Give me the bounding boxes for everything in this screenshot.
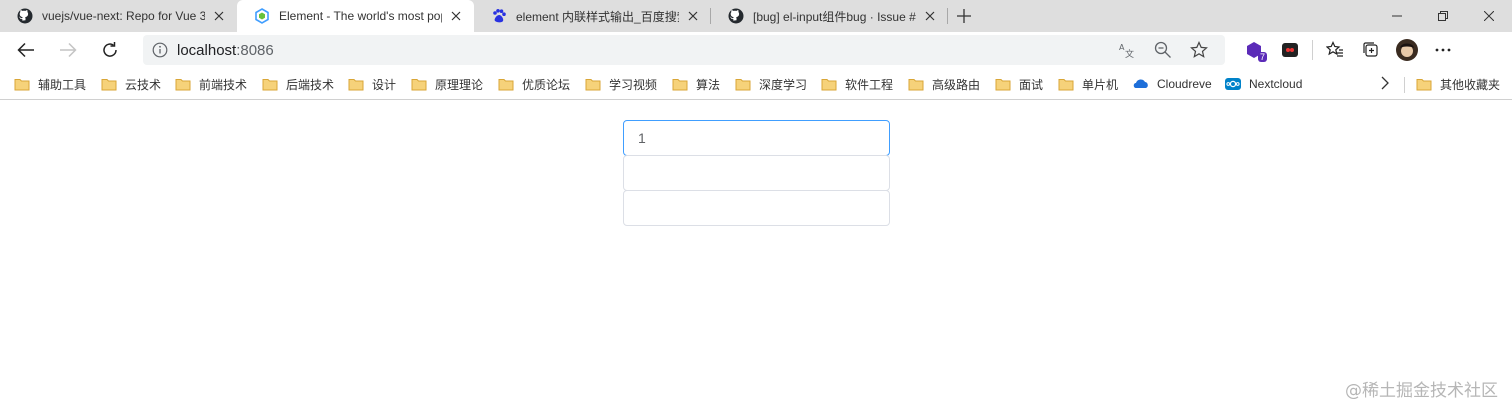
folder-icon (821, 76, 837, 92)
close-icon[interactable] (448, 8, 464, 24)
tab-title: element 内联样式输出_百度搜索 (516, 9, 679, 24)
watermark: @稀土掘金技术社区 (1345, 381, 1498, 401)
translate-icon[interactable]: A文 (1109, 41, 1145, 59)
forward-button[interactable] (50, 34, 86, 66)
restore-icon (1438, 11, 1448, 21)
arrow-right-icon (60, 42, 77, 58)
bookmark-folder[interactable]: 后端技术 (262, 74, 334, 94)
bookmark-folder[interactable]: 前端技术 (175, 74, 247, 94)
bookmark-folder[interactable]: 单片机 (1058, 74, 1118, 94)
toolbar-separator (1312, 40, 1313, 60)
avatar[interactable] (1389, 34, 1425, 66)
bookmark-folder[interactable]: 云技术 (101, 74, 161, 94)
bookmark-cloudreve[interactable]: Cloudreve (1133, 74, 1212, 94)
svg-text:文: 文 (1125, 48, 1134, 59)
baidu-paw-icon (491, 8, 507, 24)
bookmark-folder[interactable]: 高级路由 (908, 74, 980, 94)
close-icon[interactable] (685, 8, 701, 24)
tab-element[interactable]: Element - The world's most popular (237, 0, 474, 32)
element-logo-icon (254, 8, 270, 24)
folder-icon (585, 76, 601, 92)
bookmark-folder[interactable]: 面试 (995, 74, 1043, 94)
bookmarks-bar: 辅助工具 云技术 前端技术 后端技术 设计 原理理论 优质论坛 学习视频 算法 … (0, 68, 1512, 100)
extension-screen-icon[interactable] (1272, 34, 1308, 66)
folder-icon (1416, 76, 1432, 92)
extension-badge: 7 (1257, 52, 1267, 62)
close-icon (1484, 11, 1494, 21)
tab-title: [bug] el-input组件bug · Issue #4 (753, 9, 916, 24)
tab-github-issue[interactable]: [bug] el-input组件bug · Issue #4 (711, 0, 948, 32)
tab-separator (947, 8, 948, 24)
cloudreve-icon (1133, 76, 1149, 92)
star-icon[interactable] (1181, 41, 1217, 59)
restore-button[interactable] (1420, 0, 1466, 32)
folder-icon (14, 76, 30, 92)
folder-icon (411, 76, 427, 92)
bookmarks-separator (1404, 77, 1405, 93)
address-bar[interactable]: localhost:8086 A文 (143, 35, 1225, 65)
text-input-1[interactable] (623, 120, 890, 156)
address-bar-actions: A文 (1109, 35, 1217, 65)
close-icon[interactable] (922, 8, 938, 24)
bookmark-folder[interactable]: 原理理论 (411, 74, 483, 94)
url-port: :8086 (236, 41, 274, 59)
bookmark-other-favorites[interactable]: 其他收藏夹 (1416, 74, 1500, 94)
bookmark-folder[interactable]: 软件工程 (821, 74, 893, 94)
chevron-right-icon (1380, 76, 1390, 93)
more-menu-icon[interactable] (1425, 34, 1461, 66)
github-icon (728, 8, 744, 24)
extension-cube-icon[interactable]: 7 (1236, 34, 1272, 66)
bookmark-folder[interactable]: 算法 (672, 74, 720, 94)
close-icon[interactable] (211, 8, 227, 24)
url-text[interactable]: localhost:8086 (177, 42, 274, 59)
bookmarks-overflow-button[interactable] (1380, 74, 1390, 94)
folder-icon (908, 76, 924, 92)
url-host: localhost (177, 41, 237, 59)
minimize-icon (1392, 15, 1402, 17)
folder-icon (175, 76, 191, 92)
bookmark-folder[interactable]: 设计 (348, 74, 396, 94)
bookmark-folder[interactable]: 优质论坛 (498, 74, 570, 94)
back-button[interactable] (8, 34, 44, 66)
navigation-toolbar: localhost:8086 A文 7 (0, 32, 1512, 68)
tab-baidu[interactable]: element 内联样式输出_百度搜索 (474, 0, 711, 32)
page-content: @稀土掘金技术社区 (0, 101, 1512, 413)
browser-window: vuejs/vue-next: Repo for Vue 3 Element -… (0, 0, 1512, 413)
github-icon (17, 8, 33, 24)
plus-icon (957, 9, 971, 23)
text-input-3[interactable] (623, 190, 890, 226)
folder-icon (262, 76, 278, 92)
collections-icon[interactable] (1353, 34, 1389, 66)
minimize-button[interactable] (1374, 0, 1420, 32)
bookmark-folder[interactable]: 深度学习 (735, 74, 807, 94)
arrow-left-icon (17, 42, 34, 58)
folder-icon (498, 76, 514, 92)
text-input-2[interactable] (623, 155, 890, 191)
folder-icon (101, 76, 117, 92)
zoom-icon[interactable] (1145, 41, 1181, 59)
favorites-icon[interactable] (1317, 34, 1353, 66)
tab-title: Element - The world's most popular (279, 9, 442, 23)
folder-icon (348, 76, 364, 92)
bookmark-nextcloud[interactable]: Nextcloud (1225, 74, 1302, 94)
bookmark-folder[interactable]: 辅助工具 (14, 74, 86, 94)
new-tab-button[interactable] (948, 0, 980, 32)
nextcloud-icon (1225, 76, 1241, 92)
tab-strip: vuejs/vue-next: Repo for Vue 3 Element -… (0, 0, 1512, 32)
refresh-button[interactable] (92, 34, 128, 66)
browser-toolbar-right: 7 (1236, 34, 1461, 66)
folder-icon (995, 76, 1011, 92)
window-controls (1374, 0, 1512, 32)
tab-title: vuejs/vue-next: Repo for Vue 3 (42, 9, 205, 23)
close-window-button[interactable] (1466, 0, 1512, 32)
tab-vue-next[interactable]: vuejs/vue-next: Repo for Vue 3 (0, 0, 237, 32)
refresh-icon (103, 42, 117, 57)
folder-icon (672, 76, 688, 92)
info-icon[interactable] (143, 42, 177, 58)
bookmark-folder[interactable]: 学习视频 (585, 74, 657, 94)
folder-icon (735, 76, 751, 92)
folder-icon (1058, 76, 1074, 92)
